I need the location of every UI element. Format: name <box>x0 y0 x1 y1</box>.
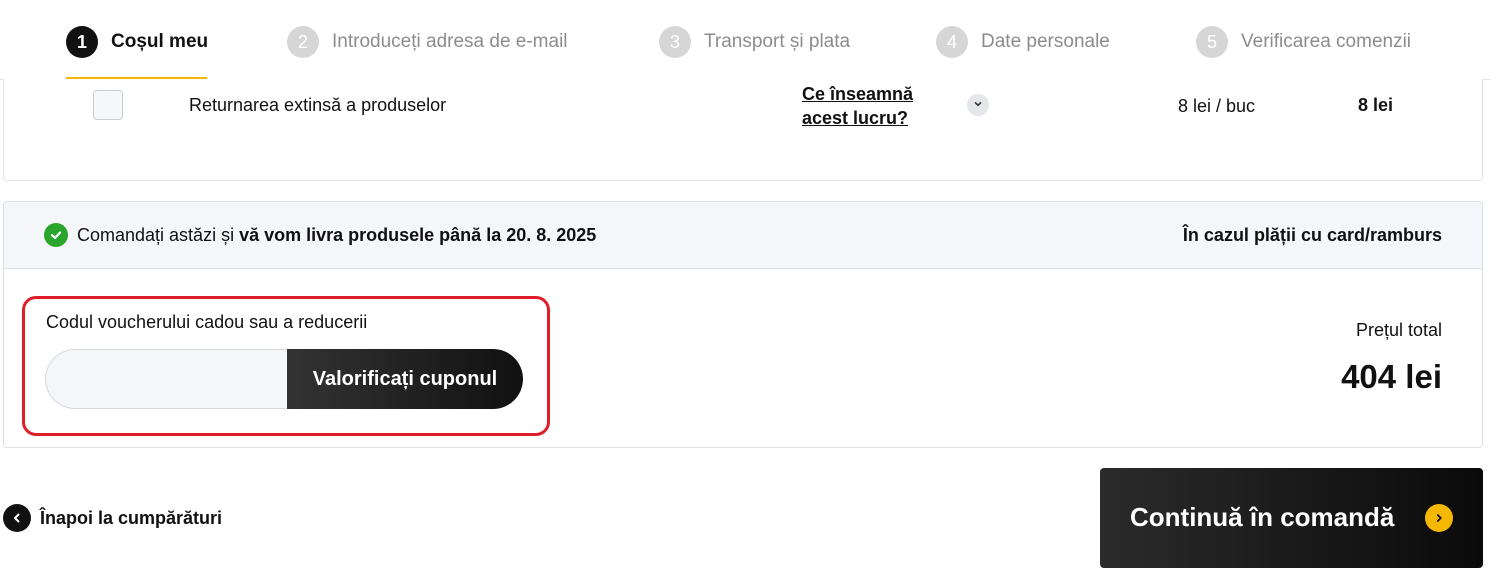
delivery-info-bar: Comandați astăzi și vă vom livra produse… <box>4 202 1482 269</box>
voucher-code-input[interactable] <box>45 349 291 409</box>
continue-order-label: Continuă în comandă <box>1130 502 1395 532</box>
step-number: 4 <box>936 26 968 58</box>
unit-price: 8 lei / buc <box>1178 96 1256 116</box>
step-label: Coșul meu <box>111 31 209 52</box>
step-number: 5 <box>1196 26 1228 58</box>
step-number: 2 <box>287 26 319 58</box>
step-label: Introduceți adresa de e-mail <box>332 31 568 52</box>
step-number: 3 <box>659 26 691 58</box>
what-does-this-mean-link[interactable]: Ce înseamnă acest lucru? <box>802 82 932 130</box>
continue-order-button[interactable]: Continuă în comandă <box>1100 468 1483 568</box>
back-to-shopping-link[interactable]: Înapoi la cumpărături <box>3 503 222 533</box>
delivery-estimate: Comandați astăzi și vă vom livra produse… <box>77 225 596 246</box>
chevron-right-icon <box>1425 504 1453 532</box>
chevron-down-icon <box>973 96 983 114</box>
delivery-date: vă vom livra produsele până la 20. 8. 20… <box>239 225 597 245</box>
apply-voucher-button[interactable]: Valorificați cuponul <box>287 349 523 409</box>
step-label: Date personale <box>981 31 1110 52</box>
voucher-section: Codul voucherului cadou sau a reducerii … <box>22 296 550 436</box>
back-to-shopping-label: Înapoi la cumpărături <box>40 507 223 528</box>
payment-method-note: În cazul plății cu card/ramburs <box>1182 225 1442 245</box>
step-cart[interactable]: 1 Coșul meu <box>66 24 208 60</box>
expand-info-button[interactable] <box>967 94 989 116</box>
total-price-value: 404 lei <box>1341 358 1442 395</box>
step-number: 1 <box>66 26 98 58</box>
chevron-left-icon <box>3 504 31 532</box>
step-order-review: 5 Verificarea comenzii <box>1196 24 1411 60</box>
step-shipping-payment: 3 Transport și plata <box>659 24 850 60</box>
delivery-prefix: Comandați astăzi și <box>77 225 235 245</box>
extended-return-row: Returnarea extinsă a produselor Ce însea… <box>3 79 1483 181</box>
check-circle-icon <box>44 223 68 247</box>
extended-return-name: Returnarea extinsă a produselor <box>189 95 447 115</box>
step-personal-data: 4 Date personale <box>936 24 1110 60</box>
step-email: 2 Introduceți adresa de e-mail <box>287 24 568 60</box>
voucher-label: Codul voucherului cadou sau a reducerii <box>46 312 368 332</box>
checkout-steps: 1 Coșul meu 2 Introduceți adresa de e-ma… <box>0 0 1491 80</box>
step-label: Transport și plata <box>704 31 851 52</box>
row-price: 8 lei <box>1358 95 1394 115</box>
extended-return-checkbox[interactable] <box>93 90 123 120</box>
order-summary-card: Comandați astăzi și vă vom livra produse… <box>3 201 1483 448</box>
total-price-label: Prețul total <box>1355 320 1442 340</box>
step-label: Verificarea comenzii <box>1241 31 1412 52</box>
